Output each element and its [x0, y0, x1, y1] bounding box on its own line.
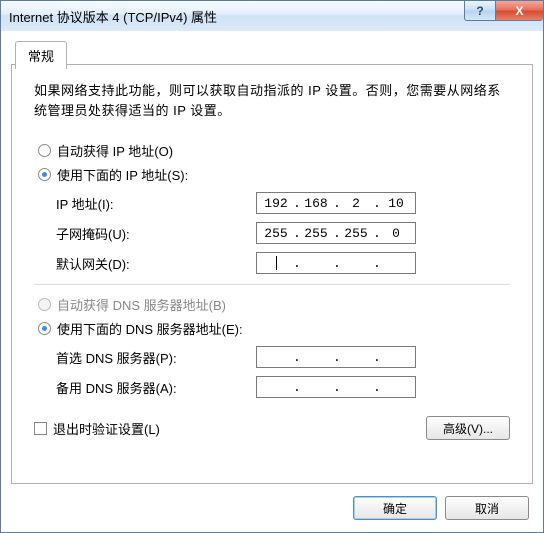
titlebar-buttons: ? X — [464, 1, 543, 21]
subnet-mask-label: 子网掩码(U): — [56, 224, 256, 243]
radio-dns-manual[interactable]: 使用下面的 DNS 服务器地址(E): — [38, 319, 510, 338]
radio-icon — [38, 298, 51, 311]
close-icon: X — [515, 4, 523, 18]
validate-checkbox[interactable]: 退出时验证设置(L) — [34, 419, 160, 438]
client-area: 常规 如果网络支持此功能，则可以获取自动指派的 IP 设置。否则，您需要从网络系… — [1, 31, 543, 532]
advanced-button[interactable]: 高级(V)... — [426, 416, 510, 440]
help-icon: ? — [476, 4, 483, 18]
close-button[interactable]: X — [495, 1, 543, 21]
dns-alt-label: 备用 DNS 服务器(A): — [56, 378, 256, 397]
validate-label: 退出时验证设置(L) — [53, 419, 160, 438]
titlebar: Internet 协议版本 4 (TCP/IPv4) 属性 ? X — [1, 1, 543, 32]
radio-icon — [38, 144, 51, 157]
ok-button[interactable]: 确定 — [353, 496, 437, 520]
ip-octet: 192 — [259, 196, 293, 211]
ip-octet: 255 — [339, 226, 373, 241]
help-button[interactable]: ? — [464, 1, 496, 21]
window-title: Internet 协议版本 4 (TCP/IPv4) 属性 — [9, 7, 217, 26]
dns-pref-input[interactable]: . . . — [256, 346, 416, 368]
radio-ip-auto-label: 自动获得 IP 地址(O) — [57, 141, 173, 160]
dialog-window: Internet 协议版本 4 (TCP/IPv4) 属性 ? X 常规 如果网… — [0, 0, 544, 533]
dns-fields: 首选 DNS 服务器(P): . . . 备用 DNS 服务器(A): . . … — [56, 346, 510, 398]
ip-octet: 0 — [379, 226, 413, 241]
dns-pref-label: 首选 DNS 服务器(P): — [56, 348, 256, 367]
description-text: 如果网络支持此功能，则可以获取自动指派的 IP 设置。否则，您需要从网络系统管理… — [34, 81, 510, 121]
ip-octet: 255 — [259, 226, 293, 241]
ip-octet: 255 — [299, 226, 333, 241]
radio-dns-auto-label: 自动获得 DNS 服务器地址(B) — [57, 295, 226, 314]
ip-octet: 2 — [339, 196, 373, 211]
radio-dns-manual-label: 使用下面的 DNS 服务器地址(E): — [57, 319, 243, 338]
ip-address-label: IP 地址(I): — [56, 194, 256, 213]
gateway-label: 默认网关(D): — [56, 254, 256, 273]
checkbox-icon — [34, 422, 47, 435]
text-cursor — [276, 256, 277, 270]
cancel-button-label: 取消 — [475, 500, 499, 517]
dialog-buttons: 确定 取消 — [353, 496, 529, 520]
radio-ip-auto[interactable]: 自动获得 IP 地址(O) — [38, 141, 510, 160]
advanced-button-label: 高级(V)... — [443, 420, 493, 437]
dns-alt-input[interactable]: . . . — [256, 376, 416, 398]
separator — [34, 284, 510, 285]
radio-ip-manual[interactable]: 使用下面的 IP 地址(S): — [38, 165, 510, 184]
cancel-button[interactable]: 取消 — [445, 496, 529, 520]
ok-button-label: 确定 — [383, 500, 407, 517]
tab-strip: 常规 — [15, 41, 67, 69]
gateway-input[interactable]: . . . — [256, 252, 416, 274]
subnet-mask-input[interactable]: 255. 255. 255. 0 — [256, 222, 416, 244]
ip-octet: 168 — [299, 196, 333, 211]
ip-fields: IP 地址(I): 192. 168. 2. 10 子网掩码(U): 255. … — [56, 192, 510, 274]
tab-general[interactable]: 常规 — [15, 41, 67, 69]
tab-panel-general: 如果网络支持此功能，则可以获取自动指派的 IP 设置。否则，您需要从网络系统管理… — [11, 64, 533, 484]
radio-icon — [38, 168, 51, 181]
radio-dns-auto: 自动获得 DNS 服务器地址(B) — [38, 295, 510, 314]
ip-octet — [259, 256, 293, 271]
radio-ip-manual-label: 使用下面的 IP 地址(S): — [57, 165, 188, 184]
ip-address-input[interactable]: 192. 168. 2. 10 — [256, 192, 416, 214]
panel-bottom: 退出时验证设置(L) 高级(V)... — [34, 416, 510, 440]
ip-octet: 10 — [379, 196, 413, 211]
radio-icon — [38, 322, 51, 335]
